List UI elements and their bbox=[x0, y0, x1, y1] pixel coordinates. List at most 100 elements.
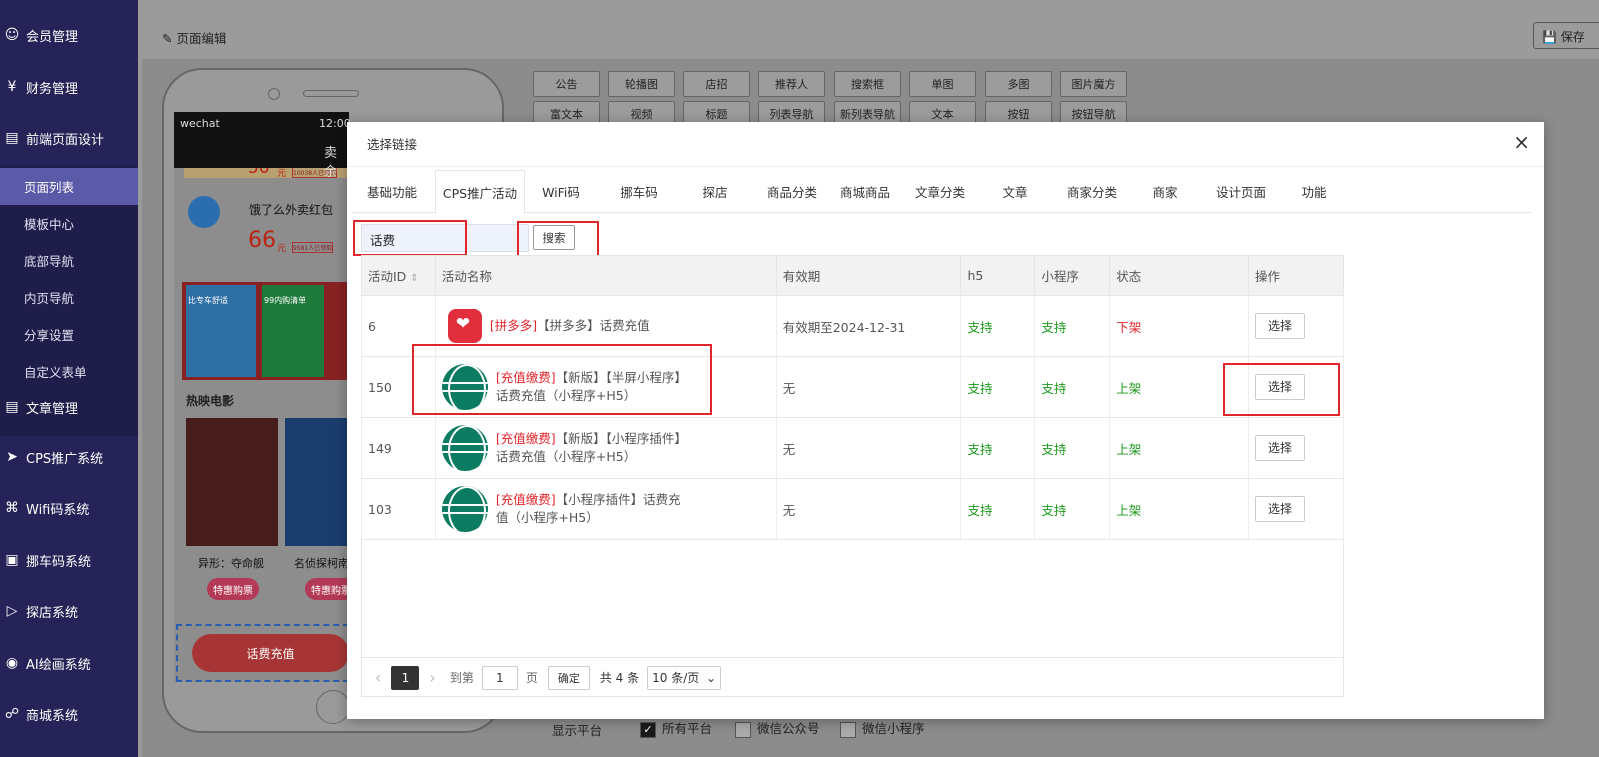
yen-icon: ¥ bbox=[7, 79, 17, 95]
page-confirm-button[interactable]: 确定 bbox=[547, 665, 590, 690]
movie-poster-1 bbox=[186, 418, 278, 546]
sidebar-sub-template-center[interactable]: 模板中心 bbox=[0, 205, 138, 242]
component-button[interactable]: 图片魔方 bbox=[1060, 71, 1127, 97]
save-icon: 💾 bbox=[1542, 30, 1561, 44]
telecom-icon bbox=[441, 425, 488, 471]
tab-5[interactable]: 商品分类 bbox=[755, 170, 829, 213]
cell-h5: 支持 bbox=[960, 356, 1036, 418]
cell-validity: 无 bbox=[775, 417, 962, 479]
chevron-down-icon: ⌄ bbox=[706, 670, 717, 685]
phone-screen: 50 元 10038人已领取 饿了么外卖红包 66 元 9581人已领取 比专车… bbox=[174, 112, 349, 682]
sidebar-item-frontend-design[interactable]: ▤ 前端页面设计 bbox=[0, 113, 138, 163]
save-button[interactable]: 💾 保存 bbox=[1533, 22, 1599, 49]
component-button[interactable]: 轮播图 bbox=[608, 71, 675, 97]
cell-validity: 无 bbox=[775, 356, 962, 418]
select-button[interactable]: 选择 bbox=[1255, 313, 1305, 339]
checkbox-wechat-official[interactable]: 微信公众号 bbox=[735, 718, 820, 738]
phone-camera bbox=[268, 88, 280, 100]
cell-id: 149 bbox=[361, 417, 436, 479]
sidebar-item-finance[interactable]: ¥ 财务管理 bbox=[0, 62, 138, 112]
select-button[interactable]: 选择 bbox=[1255, 496, 1305, 522]
buy-ticket-button[interactable]: 特惠购票 bbox=[305, 578, 349, 600]
user-icon: ☺ bbox=[4, 27, 20, 43]
sidebar-item-member[interactable]: ☺ 会员管理 bbox=[0, 10, 138, 60]
sidebar-item-mall[interactable]: ☍ 商城系统 bbox=[0, 689, 138, 739]
activity-name: [充值缴费]【新版】【小程序插件】话费充值（小程序+H5） bbox=[441, 425, 776, 471]
sidebar-item-wifi[interactable]: ⌘ Wifi码系统 bbox=[0, 483, 138, 533]
edit-icon: ✎ bbox=[162, 31, 177, 46]
component-button[interactable]: 店招 bbox=[683, 71, 750, 97]
component-button[interactable]: 公告 bbox=[533, 71, 600, 97]
page-jump-input[interactable]: 1 bbox=[481, 665, 518, 690]
page-header bbox=[142, 10, 1599, 60]
highlight-box bbox=[517, 221, 599, 258]
activity-name: [充值缴费]【小程序插件】话费充值（小程序+H5） bbox=[441, 486, 776, 532]
page-size-select[interactable]: 10 条/页 ⌄ bbox=[647, 665, 722, 690]
tab-8[interactable]: 文章 bbox=[979, 170, 1051, 213]
pinduoduo-icon bbox=[447, 309, 482, 343]
tab-6[interactable]: 商城商品 bbox=[829, 170, 901, 213]
prev-page-icon[interactable]: ‹ bbox=[375, 668, 381, 687]
select-link-dialog: 选择链接 × 基础功能 CPS推广活动 WiFi码 挪车码 探店 商品分类 商城商品 文章分类… bbox=[347, 122, 1544, 719]
cell-miniprogram: 支持 bbox=[1034, 295, 1111, 357]
checkbox-wechat-miniprogram[interactable]: 微信小程序 bbox=[840, 718, 925, 738]
checkbox-all-platforms[interactable]: ✓ 所有平台 bbox=[640, 718, 712, 738]
component-button[interactable]: 搜索框 bbox=[834, 71, 901, 97]
phone-status-bar: wechat 12:00 卖余 bbox=[174, 112, 351, 180]
tab-0[interactable]: 基础功能 bbox=[352, 170, 432, 213]
tab-7[interactable]: 文章分类 bbox=[903, 170, 977, 213]
phone-speaker bbox=[303, 90, 359, 97]
sidebar-item-ai-draw[interactable]: ◉ AI绘画系统 bbox=[0, 638, 138, 688]
component-button[interactable]: 多图 bbox=[985, 71, 1052, 97]
component-button[interactable]: 单图 bbox=[909, 71, 976, 97]
sidebar-item-articles[interactable]: ▤ 文章管理 bbox=[0, 382, 138, 432]
page-title: ✎ 页面编辑 bbox=[162, 31, 227, 46]
select-button[interactable]: 选择 bbox=[1255, 435, 1305, 461]
cell-h5: 支持 bbox=[960, 295, 1036, 357]
check-icon: ✓ bbox=[640, 721, 656, 738]
status-badge: 下架 bbox=[1109, 295, 1249, 357]
buy-ticket-button[interactable]: 特惠购票 bbox=[207, 578, 259, 600]
recharge-button[interactable]: 话费充值 bbox=[192, 634, 349, 672]
sidebar-sub-inner-nav[interactable]: 内页导航 bbox=[0, 279, 138, 316]
component-button[interactable]: 推荐人 bbox=[758, 71, 825, 97]
page-current[interactable]: 1 bbox=[391, 665, 420, 690]
status-badge: 上架 bbox=[1109, 417, 1249, 479]
sidebar-item-explore[interactable]: ▷ 探店系统 bbox=[0, 586, 138, 636]
tab-10[interactable]: 商家 bbox=[1130, 170, 1200, 213]
tab-9[interactable]: 商家分类 bbox=[1055, 170, 1129, 213]
table-row: 149 [充值缴费]【新版】【小程序插件】话费充值（小程序+H5）无支持 支持 上架选… bbox=[361, 417, 1344, 479]
sidebar-sub-page-list[interactable]: 页面列表 bbox=[0, 168, 138, 205]
wifi-icon: ⌘ bbox=[5, 500, 19, 516]
eleme-logo bbox=[188, 196, 220, 228]
car-icon: ▣ bbox=[5, 552, 19, 568]
tab-12[interactable]: 功能 bbox=[1279, 170, 1349, 213]
video-icon: ▷ bbox=[6, 603, 18, 619]
cell-h5: 支持 bbox=[960, 478, 1036, 540]
sidebar-sub-bottom-nav[interactable]: 底部导航 bbox=[0, 242, 138, 279]
activity-name: [拼多多]【拼多多】话费充值 bbox=[442, 309, 776, 343]
cell-miniprogram: 支持 bbox=[1034, 417, 1111, 479]
sidebar-sub-share-settings[interactable]: 分享设置 bbox=[0, 316, 138, 353]
platform-options: 显示平台 ✓ 所有平台 微信公众号 微信小程序 bbox=[535, 718, 1155, 757]
sidebar-item-cps[interactable]: ➤ CPS推广系统 bbox=[0, 432, 138, 482]
sort-icon[interactable]: ⇕ bbox=[410, 273, 418, 284]
doc-icon: ▤ bbox=[5, 399, 19, 415]
col-status: 状态 bbox=[1109, 255, 1249, 296]
col-miniprogram: 小程序 bbox=[1034, 255, 1111, 296]
next-page-icon[interactable]: › bbox=[429, 668, 435, 687]
tab-1[interactable]: CPS推广活动 bbox=[435, 170, 525, 214]
col-action: 操作 bbox=[1248, 255, 1344, 296]
cart-icon: ☍ bbox=[4, 706, 20, 722]
palette-icon: ◉ bbox=[5, 655, 19, 671]
col-activity-id[interactable]: 活动ID ⇕ bbox=[361, 255, 436, 296]
table-row: 103 [充值缴费]【小程序插件】话费充值（小程序+H5）无支持 支持 上架 选择 bbox=[361, 478, 1344, 540]
cell-miniprogram: 支持 bbox=[1034, 356, 1111, 418]
highlight-box bbox=[1223, 363, 1340, 416]
tab-3[interactable]: 挪车码 bbox=[602, 170, 676, 213]
tab-4[interactable]: 探店 bbox=[679, 170, 751, 213]
tab-11[interactable]: 设计页面 bbox=[1204, 170, 1278, 213]
tab-2[interactable]: WiFi码 bbox=[526, 170, 596, 213]
close-icon[interactable]: × bbox=[1513, 130, 1530, 154]
sidebar-item-car[interactable]: ▣ 挪车码系统 bbox=[0, 535, 138, 585]
